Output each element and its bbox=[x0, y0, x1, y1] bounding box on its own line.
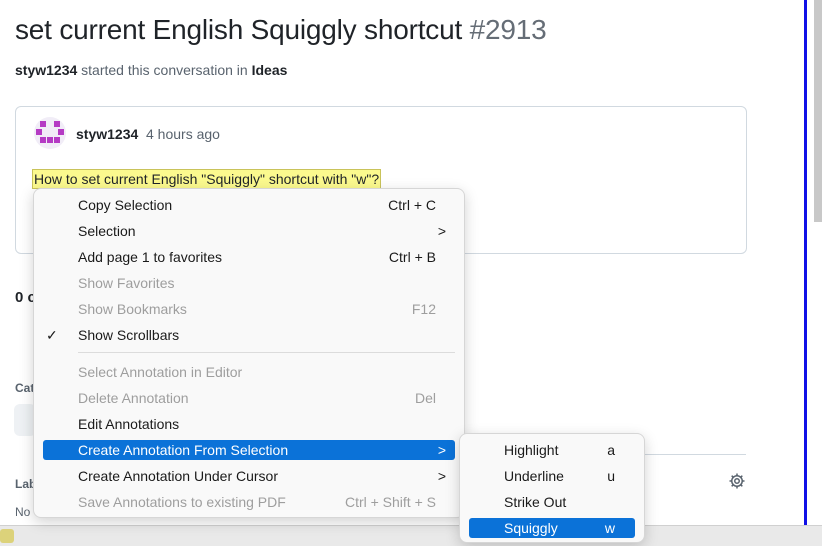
submenu-item-underline[interactable]: Underline u bbox=[469, 466, 635, 486]
context-menu: Copy Selection Ctrl + C Selection > Add pa… bbox=[33, 188, 465, 518]
category-link[interactable]: Ideas bbox=[252, 62, 288, 78]
menu-item-show-favorites[interactable]: Show Favorites bbox=[43, 273, 455, 293]
post-timestamp[interactable]: 4 hours ago bbox=[146, 126, 220, 142]
menu-item-show-scrollbars[interactable]: ✓ Show Scrollbars bbox=[43, 325, 455, 345]
submenu-item-squiggly[interactable]: Squiggly w bbox=[469, 518, 635, 538]
menu-separator bbox=[78, 352, 455, 353]
menu-item-select-annotation[interactable]: Select Annotation in Editor bbox=[43, 362, 455, 382]
labels-value-partial: No bbox=[15, 505, 31, 519]
discussion-number: #2913 bbox=[469, 14, 547, 45]
menu-item-save-annotations[interactable]: Save Annotations to existing PDF Ctrl + S… bbox=[43, 492, 455, 512]
menu-item-delete-annotation[interactable]: Delete Annotation Del bbox=[43, 388, 455, 408]
gear-icon[interactable] bbox=[728, 472, 748, 492]
discussion-title: set current English Squiggly shortcut #2… bbox=[15, 14, 547, 46]
scrollbar-thumb[interactable] bbox=[814, 0, 822, 222]
submenu-item-highlight[interactable]: Highlight a bbox=[469, 440, 635, 460]
title-text: set current English Squiggly shortcut bbox=[15, 14, 463, 45]
post-body-selected-text: How to set current English "Squiggly" sh… bbox=[31, 169, 382, 189]
taskbar-app-icon[interactable] bbox=[0, 529, 14, 543]
menu-item-edit-annotations[interactable]: Edit Annotations bbox=[43, 414, 455, 434]
category-label-partial: Cat bbox=[15, 381, 35, 395]
menu-item-add-favorites[interactable]: Add page 1 to favorites Ctrl + B bbox=[43, 247, 455, 267]
menu-item-create-annotation-under-cursor[interactable]: Create Annotation Under Cursor > bbox=[43, 466, 455, 486]
chevron-right-icon: > bbox=[437, 468, 446, 484]
submenu-item-strike-out[interactable]: Strike Out bbox=[469, 492, 635, 512]
check-icon: ✓ bbox=[46, 327, 58, 343]
chevron-right-icon: > bbox=[437, 442, 446, 458]
discussion-meta: styw1234 started this conversation in Id… bbox=[15, 62, 287, 78]
meta-author-link[interactable]: styw1234 bbox=[15, 62, 77, 78]
annotation-submenu: Highlight a Underline u Strike Out Squiggl… bbox=[459, 433, 645, 543]
window-edge bbox=[804, 0, 807, 525]
taskbar bbox=[0, 525, 822, 546]
menu-item-create-annotation-from-selection[interactable]: Create Annotation From Selection > bbox=[43, 440, 455, 460]
meta-text: started this conversation in bbox=[81, 62, 248, 78]
post-author[interactable]: styw1234 bbox=[76, 126, 138, 142]
menu-item-copy-selection[interactable]: Copy Selection Ctrl + C bbox=[43, 195, 455, 215]
menu-item-selection[interactable]: Selection > bbox=[43, 221, 455, 241]
chevron-right-icon: > bbox=[437, 223, 446, 239]
menu-item-show-bookmarks[interactable]: Show Bookmarks F12 bbox=[43, 299, 455, 319]
avatar[interactable] bbox=[34, 117, 66, 149]
